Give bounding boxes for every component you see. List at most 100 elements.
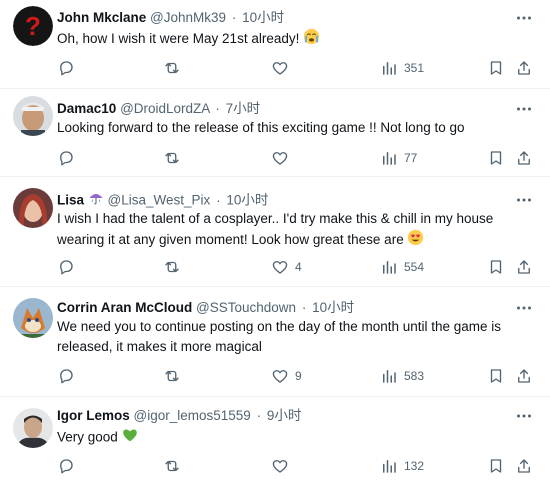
reply-text: Oh, how I wish it were May 21st already! xyxy=(57,31,300,47)
analytics-icon xyxy=(383,460,396,473)
reply-icon xyxy=(60,61,73,76)
heart-icon xyxy=(272,370,288,383)
reply-icon xyxy=(60,369,73,384)
view-count: 77 xyxy=(404,151,418,165)
view-count: 583 xyxy=(404,369,425,383)
bookmark-button[interactable] xyxy=(487,366,505,386)
heart-icon xyxy=(272,460,288,473)
separator-dot: · xyxy=(256,408,262,423)
repost-icon xyxy=(165,152,179,164)
more-options-icon[interactable] xyxy=(514,99,534,119)
reply-item[interactable]: Igor Lemos @igor_lemos51559 · 9小时 Very g… xyxy=(0,396,550,499)
share-button[interactable] xyxy=(515,148,533,168)
timestamp[interactable]: 10小时 xyxy=(226,193,268,208)
reply-text: Looking forward to the release of this e… xyxy=(57,120,465,135)
reply-item[interactable]: ? John Mkclane @JohnMk39 · 10小时 Oh, how … xyxy=(0,0,550,89)
views-button[interactable]: 77 xyxy=(380,148,417,168)
repost-icon xyxy=(165,370,179,382)
reply-actions: 9 583 xyxy=(57,366,537,386)
user-name[interactable]: Corrin Aran McCloud xyxy=(57,300,192,315)
more-options-icon[interactable] xyxy=(514,8,534,28)
reply-button[interactable] xyxy=(57,366,75,386)
reply-item[interactable]: Corrin Aran McCloud @SSTouchdown · 10小时 … xyxy=(0,286,550,397)
heart-icon xyxy=(272,261,288,274)
like-button[interactable] xyxy=(271,148,295,168)
reply-item[interactable]: Damac10 @DroidLordZA · 7小时 Looking forwa… xyxy=(0,88,550,177)
user-handle[interactable]: @Lisa_West_Pix xyxy=(108,193,211,208)
user-name[interactable]: Igor Lemos xyxy=(57,408,130,423)
bookmark-button[interactable] xyxy=(487,148,505,168)
more-options-icon[interactable] xyxy=(514,298,534,318)
avatar[interactable] xyxy=(13,298,53,338)
timestamp[interactable]: 10小时 xyxy=(312,300,354,315)
like-button[interactable]: 4 xyxy=(271,257,302,277)
green-heart-emoji xyxy=(122,427,138,449)
separator-dot: · xyxy=(216,192,221,208)
separator-dot: · xyxy=(231,10,237,25)
more-options-icon[interactable] xyxy=(514,190,534,210)
repost-button[interactable] xyxy=(163,148,181,168)
svg-text:?: ? xyxy=(25,11,41,41)
user-handle[interactable]: @igor_lemos51559 xyxy=(134,408,251,423)
avatar[interactable] xyxy=(13,188,53,228)
share-icon xyxy=(518,459,530,473)
bookmark-icon xyxy=(490,369,502,383)
user-handle[interactable]: @DroidLordZA xyxy=(120,101,210,116)
reply-button[interactable] xyxy=(57,456,75,476)
reply-text: We need you to continue posting on the d… xyxy=(57,319,502,354)
repost-icon xyxy=(165,460,179,472)
analytics-icon xyxy=(383,370,396,383)
avatar[interactable] xyxy=(13,96,53,136)
bookmark-icon xyxy=(490,61,502,75)
like-button[interactable]: 9 xyxy=(271,366,302,386)
user-name[interactable]: Damac10 xyxy=(57,101,116,116)
heart-icon xyxy=(272,152,288,165)
reply-actions: 77 xyxy=(57,148,537,168)
reply-actions: 132 xyxy=(57,456,537,476)
reply-text-block: Looking forward to the release of this e… xyxy=(57,118,527,138)
share-button[interactable] xyxy=(515,456,533,476)
share-icon xyxy=(518,151,530,165)
timestamp[interactable]: 9小时 xyxy=(267,408,302,423)
user-name[interactable]: Lisa xyxy=(57,193,84,208)
bookmark-button[interactable] xyxy=(487,456,505,476)
share-icon xyxy=(518,260,530,274)
bookmark-icon xyxy=(490,459,502,473)
avatar[interactable]: ? xyxy=(13,6,53,46)
views-button[interactable]: 132 xyxy=(380,456,424,476)
user-handle[interactable]: @JohnMk39 xyxy=(150,10,226,25)
views-button[interactable]: 583 xyxy=(380,366,424,386)
repost-icon xyxy=(165,62,179,74)
like-button[interactable] xyxy=(271,456,295,476)
more-options-icon[interactable] xyxy=(514,406,534,426)
views-button[interactable]: 351 xyxy=(380,58,424,78)
repost-button[interactable] xyxy=(163,456,181,476)
reply-button[interactable] xyxy=(57,58,75,78)
avatar[interactable] xyxy=(13,408,53,448)
timestamp[interactable]: 7小时 xyxy=(226,101,261,116)
reply-button[interactable] xyxy=(57,257,75,277)
bookmark-button[interactable] xyxy=(487,257,505,277)
heart-eyes-emoji xyxy=(407,229,424,252)
timestamp[interactable]: 10小时 xyxy=(242,10,284,25)
crying-face-emoji xyxy=(303,28,320,51)
separator-dot: · xyxy=(301,300,307,315)
share-button[interactable] xyxy=(515,58,533,78)
bookmark-icon xyxy=(490,151,502,165)
share-button[interactable] xyxy=(515,366,533,386)
reply-text-block: Oh, how I wish it were May 21st already! xyxy=(57,28,527,51)
repost-button[interactable] xyxy=(163,58,181,78)
views-button[interactable]: 554 xyxy=(380,257,424,277)
share-button[interactable] xyxy=(515,257,533,277)
user-name[interactable]: John Mkclane xyxy=(57,10,146,25)
reply-item[interactable]: Lisa @Lisa_West_Pix · 10小时 I wish I had … xyxy=(0,176,550,287)
repost-button[interactable] xyxy=(163,257,181,277)
reply-icon xyxy=(60,151,73,166)
like-button[interactable] xyxy=(271,58,295,78)
separator-dot: · xyxy=(215,101,220,116)
bookmark-button[interactable] xyxy=(487,58,505,78)
reply-text-block: Very good xyxy=(57,427,527,449)
reply-button[interactable] xyxy=(57,148,75,168)
user-handle[interactable]: @SSTouchdown xyxy=(196,300,296,315)
repost-button[interactable] xyxy=(163,366,181,386)
